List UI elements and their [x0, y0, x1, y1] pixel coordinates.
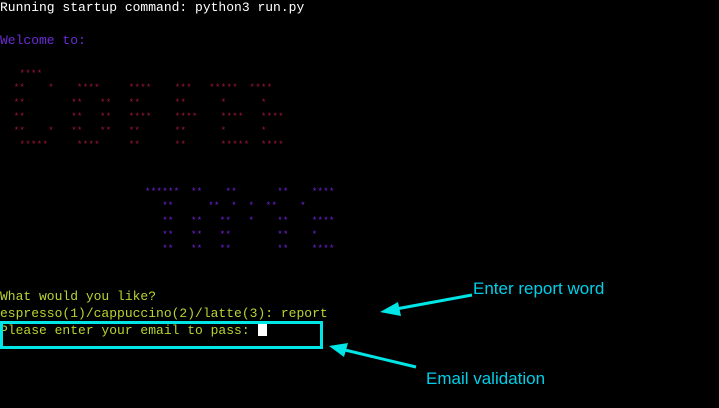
annotation-overlay [0, 293, 473, 369]
email-highlight-box [0, 321, 323, 349]
report-arrow-line [395, 293, 473, 311]
report-arrow-head [380, 302, 401, 316]
email-arrow-line [344, 348, 417, 369]
email-annotation-label: Email validation [426, 369, 546, 388]
email-arrow-head [329, 343, 348, 357]
report-annotation-label: Enter report word [473, 279, 605, 298]
